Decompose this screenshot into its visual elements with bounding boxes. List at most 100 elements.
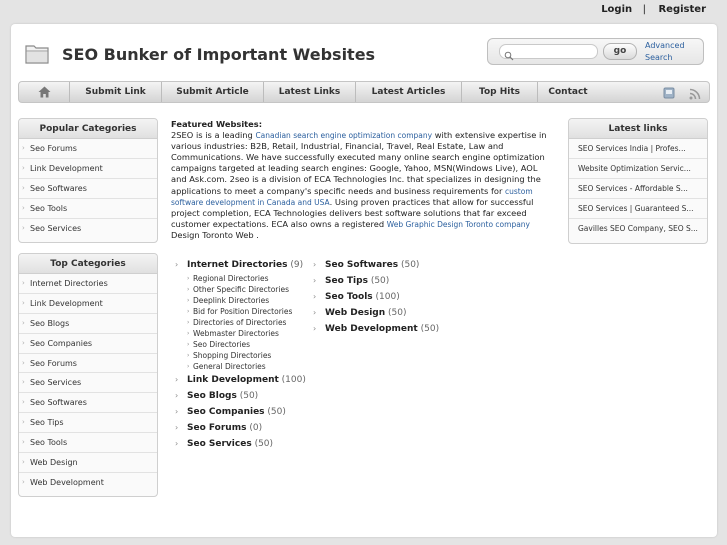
directory-item[interactable]: › Seo Tips (50) bbox=[309, 273, 439, 289]
directory-name[interactable]: Seo Softwares bbox=[325, 260, 398, 270]
popular-item[interactable]: › Seo Tools bbox=[19, 199, 157, 219]
directory-item[interactable]: › Seo Forums (0) bbox=[171, 420, 306, 436]
register-link[interactable]: Register bbox=[658, 4, 706, 15]
top-category-item[interactable]: › Seo Services bbox=[19, 373, 157, 394]
nav-submit-link[interactable]: Submit Link bbox=[70, 82, 162, 102]
directory-name[interactable]: Seo Tips bbox=[325, 276, 368, 286]
rss-icon[interactable] bbox=[689, 85, 701, 104]
latest-link-item[interactable]: Website Optimization Servic... bbox=[569, 159, 707, 179]
directory-name[interactable]: Web Development bbox=[325, 324, 418, 334]
directory-name[interactable]: Seo Tools bbox=[325, 292, 373, 302]
directory-name[interactable]: Link Development bbox=[187, 375, 279, 385]
chevron-right-icon: › bbox=[175, 391, 179, 400]
top-category-label: Seo Services bbox=[30, 378, 82, 388]
chevron-right-icon: › bbox=[313, 308, 317, 317]
top-category-item[interactable]: › Seo Companies bbox=[19, 334, 157, 354]
nav-contact[interactable]: Contact bbox=[538, 82, 598, 102]
popular-item[interactable]: › Link Development bbox=[19, 159, 157, 179]
popular-item[interactable]: › Seo Services bbox=[19, 219, 157, 239]
directory-item[interactable]: › Seo Companies (50) bbox=[171, 404, 306, 420]
directory-name[interactable]: Seo Blogs bbox=[187, 391, 237, 401]
popular-categories-box: Popular Categories › Seo Forums › Link Dev… bbox=[18, 118, 158, 243]
nav-home[interactable] bbox=[19, 82, 70, 102]
featured-text: 2SEO is is a leading bbox=[171, 130, 256, 141]
top-category-item[interactable]: › Seo Tools bbox=[19, 433, 157, 454]
directory-item[interactable]: › Web Design (50) bbox=[309, 305, 439, 321]
top-category-item[interactable]: › Seo Blogs bbox=[19, 314, 157, 334]
subdirectory-label: Shopping Directories bbox=[193, 351, 272, 360]
latest-link-item[interactable]: SEO Services India | Profes... bbox=[569, 139, 707, 159]
top-category-item[interactable]: › Seo Softwares bbox=[19, 393, 157, 414]
popular-item-label: Seo Services bbox=[30, 223, 82, 233]
top-category-label: Web Development bbox=[30, 477, 104, 487]
popular-item-label: Link Development bbox=[30, 163, 103, 173]
subdirectory-item[interactable]: › Deeplink Directories bbox=[187, 295, 306, 306]
directory-item[interactable]: › Seo Services (50) bbox=[171, 436, 306, 452]
chevron-right-icon: › bbox=[22, 477, 25, 486]
directory-name[interactable]: Seo Forums bbox=[187, 423, 246, 433]
nav-top-hits[interactable]: Top Hits bbox=[462, 82, 538, 102]
chevron-right-icon: › bbox=[22, 438, 25, 447]
page-title[interactable]: SEO Bunker of Important Websites bbox=[62, 45, 375, 64]
directory-list-left: › Internet Directories (9) › Regional Dir… bbox=[171, 257, 306, 452]
nav-submit-article[interactable]: Submit Article bbox=[162, 82, 264, 102]
directory-count: (9) bbox=[290, 260, 304, 270]
directory-count: (50) bbox=[239, 391, 259, 401]
subdirectory-label: Deeplink Directories bbox=[193, 296, 270, 305]
directory-item[interactable]: › Internet Directories (9) bbox=[171, 257, 306, 273]
top-category-item[interactable]: › Link Development bbox=[19, 294, 157, 314]
login-link[interactable]: Login bbox=[601, 4, 632, 15]
nav-latest-links[interactable]: Latest Links bbox=[264, 82, 356, 102]
top-category-item[interactable]: › Web Development bbox=[19, 473, 157, 493]
directory-count: (50) bbox=[388, 308, 407, 318]
directory-item[interactable]: › Seo Softwares (50) bbox=[309, 257, 439, 273]
directory-name[interactable]: Internet Directories bbox=[187, 260, 287, 270]
latest-link-item[interactable]: SEO Services - Affordable S... bbox=[569, 179, 707, 199]
featured-link[interactable]: Canadian search engine optimization comp… bbox=[255, 131, 432, 140]
subdirectory-item[interactable]: › Directories of Directories bbox=[187, 317, 306, 328]
search-form: go Advanced Search bbox=[487, 38, 704, 65]
directory-item[interactable]: › Link Development (100) bbox=[171, 372, 306, 388]
subdirectory-label: General Directories bbox=[193, 362, 266, 371]
directory-count: (50) bbox=[420, 324, 440, 334]
chevron-right-icon: › bbox=[22, 358, 25, 367]
nav-latest-articles[interactable]: Latest Articles bbox=[356, 82, 462, 102]
directory-list-right: › Seo Softwares (50) › Seo Tips (50) › S… bbox=[309, 257, 439, 337]
advanced-search-link[interactable]: Advanced Search bbox=[645, 40, 695, 64]
chevron-right-icon: › bbox=[187, 319, 190, 326]
subdirectory-item[interactable]: › Regional Directories bbox=[187, 273, 306, 284]
directory-name[interactable]: Seo Services bbox=[187, 439, 252, 449]
directory-item[interactable]: › Web Development (50) bbox=[309, 321, 439, 337]
featured-link[interactable]: Web Graphic Design Toronto company bbox=[387, 220, 530, 229]
subdirectory-label: Directories of Directories bbox=[193, 318, 287, 327]
popular-item[interactable]: › Seo Forums bbox=[19, 139, 157, 159]
directory-name[interactable]: Seo Companies bbox=[187, 407, 265, 417]
directory-item[interactable]: › Seo Blogs (50) bbox=[171, 388, 306, 404]
top-category-item[interactable]: › Internet Directories bbox=[19, 274, 157, 294]
top-category-item[interactable]: › Seo Forums bbox=[19, 354, 157, 374]
latest-link-item[interactable]: SEO Services | Guaranteed S... bbox=[569, 199, 707, 219]
chevron-right-icon: › bbox=[22, 223, 25, 232]
subdirectory-label: Regional Directories bbox=[193, 274, 269, 283]
subdirectory-item[interactable]: › Other Specific Directories bbox=[187, 284, 306, 295]
top-category-item[interactable]: › Seo Tips bbox=[19, 413, 157, 434]
latest-link-item[interactable]: Gavilles SEO Company, SEO S... bbox=[569, 219, 707, 239]
subdirectory-item[interactable]: › Webmaster Directories bbox=[187, 328, 306, 339]
go-button[interactable]: go bbox=[603, 43, 637, 60]
directory-item[interactable]: › Seo Tools (100) bbox=[309, 289, 439, 305]
subdirectory-item[interactable]: › General Directories bbox=[187, 361, 306, 372]
top-category-label: Seo Tips bbox=[30, 418, 64, 428]
search-icon bbox=[504, 46, 514, 65]
top-category-item[interactable]: › Web Design bbox=[19, 453, 157, 473]
search-input[interactable] bbox=[499, 44, 598, 61]
bookmark-icon[interactable] bbox=[663, 85, 676, 104]
directory-count: (100) bbox=[281, 375, 306, 385]
subdirectory-item[interactable]: › Bid for Position Directories bbox=[187, 306, 306, 317]
subdirectory-item[interactable]: › Seo Directories bbox=[187, 339, 306, 350]
auth-bar: Login | Register bbox=[601, 4, 706, 15]
directory-count: (50) bbox=[400, 260, 420, 270]
chevron-right-icon: › bbox=[313, 260, 317, 269]
directory-name[interactable]: Web Design bbox=[325, 308, 385, 318]
subdirectory-item[interactable]: › Shopping Directories bbox=[187, 350, 306, 361]
popular-item[interactable]: › Seo Softwares bbox=[19, 179, 157, 199]
